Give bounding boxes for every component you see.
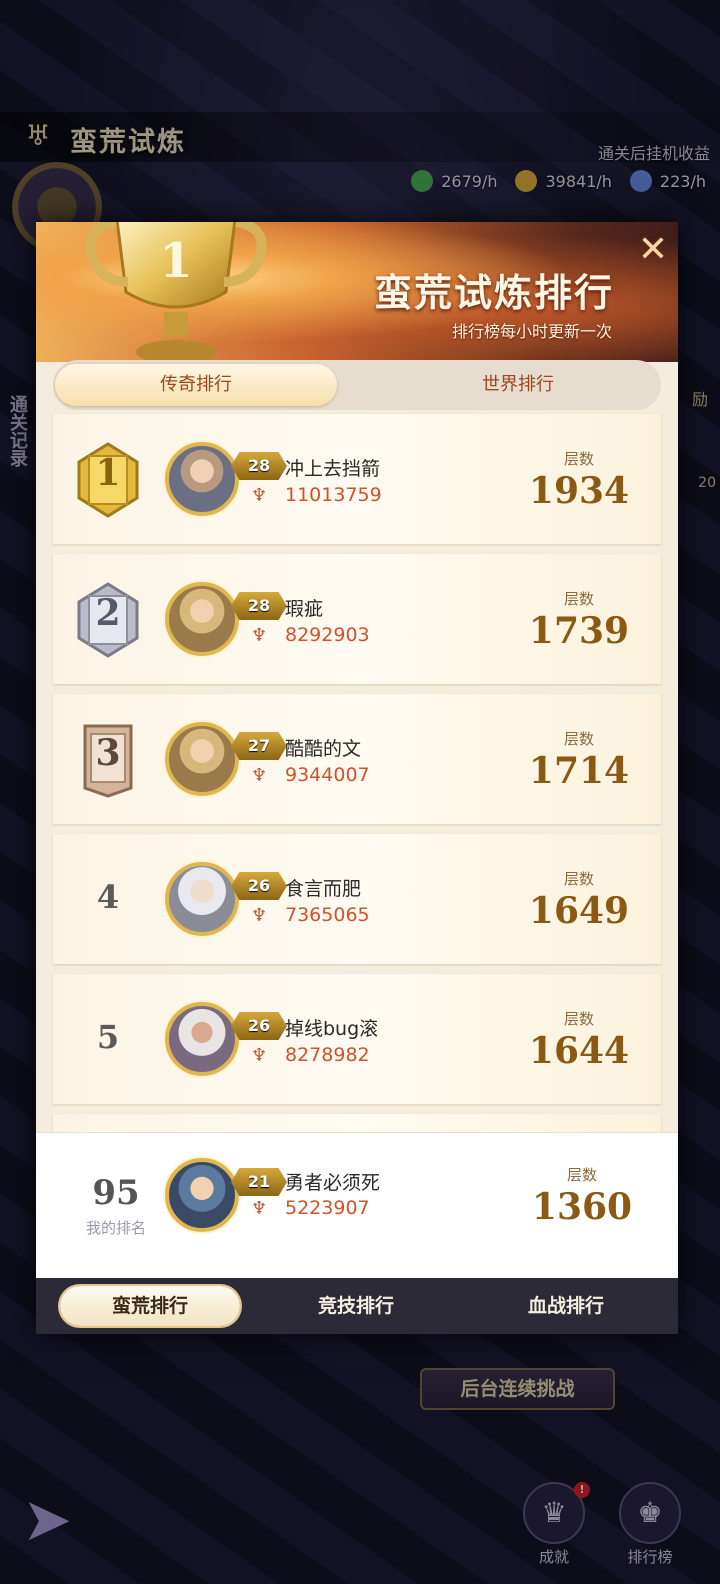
- player-name: 勇者必须死: [285, 1172, 381, 1194]
- level-badge: 21: [231, 1168, 287, 1196]
- avatar[interactable]: [165, 582, 239, 656]
- power-icon: ♆: [251, 765, 268, 786]
- ranking-list[interactable]: 1 28 冲上去挡箭 ♆ 11013759 层数 1934 2 28 瑕疵 ♆ …: [53, 414, 661, 1146]
- player-name: 食言而肥: [285, 878, 362, 900]
- tab-legend-ranking[interactable]: 传奇排行: [55, 364, 337, 406]
- power-value: 9344007: [285, 764, 370, 786]
- floor-value: 1714: [528, 750, 630, 792]
- power-icon: ♆: [251, 1045, 268, 1066]
- level-badge: 26: [231, 872, 287, 900]
- floor-label: 层数: [566, 1166, 597, 1184]
- player-name: 酷酷的文: [285, 738, 362, 760]
- table-row[interactable]: 4 26 食言而肥 ♆ 7365065 层数 1649: [53, 834, 661, 964]
- power-value: 8292903: [285, 624, 370, 646]
- floor-label: 层数: [563, 870, 594, 888]
- floor-label: 层数: [563, 730, 594, 748]
- modal-title: 蛮荒试炼排行: [373, 270, 614, 315]
- rank-number: 2: [95, 592, 121, 634]
- floor-value: 1649: [528, 890, 630, 932]
- my-rank-row[interactable]: 95 我的排名 21 勇者必须死 ♆ 5223907 层数 1360: [36, 1132, 678, 1278]
- modal-subtitle: 排行榜每小时更新一次: [451, 322, 612, 341]
- close-button[interactable]: ✕: [634, 232, 672, 270]
- rank-number: 5: [96, 1018, 120, 1056]
- table-row[interactable]: 1 28 冲上去挡箭 ♆ 11013759 层数 1934: [53, 414, 661, 544]
- power-value: 11013759: [285, 484, 382, 506]
- rank-number: 4: [96, 878, 120, 916]
- avatar[interactable]: [165, 442, 239, 516]
- level-badge: 26: [231, 1012, 287, 1040]
- avatar[interactable]: [165, 722, 239, 796]
- bottom-ranking-tabs: 蛮荒排行 竞技排行 血战排行: [36, 1278, 678, 1334]
- level-badge: 27: [231, 732, 287, 760]
- power-icon: ♆: [251, 905, 268, 926]
- tab-arena-ranking[interactable]: 竞技排行: [266, 1286, 446, 1326]
- rank-number: 1: [95, 452, 121, 494]
- floor-value: 1644: [528, 1030, 630, 1072]
- floor-label: 层数: [563, 590, 594, 608]
- rank-number: 3: [95, 732, 121, 774]
- player-name: 掉线bug滚: [285, 1018, 379, 1040]
- avatar[interactable]: [165, 862, 239, 936]
- power-value: 8278982: [285, 1044, 370, 1066]
- table-row[interactable]: 3 27 酷酷的文 ♆ 9344007 层数 1714: [53, 694, 661, 824]
- trophy-icon: 1: [85, 222, 267, 362]
- floor-label: 层数: [563, 1010, 594, 1028]
- avatar[interactable]: [165, 1002, 239, 1076]
- power-icon: ♆: [251, 625, 268, 646]
- power-icon: ♆: [251, 1198, 268, 1219]
- level-badge: 28: [231, 452, 287, 480]
- player-name: 瑕疵: [285, 598, 324, 620]
- avatar[interactable]: [165, 1158, 239, 1232]
- floor-value: 1934: [528, 470, 630, 512]
- my-rank-label: 我的排名: [85, 1219, 146, 1237]
- level-badge: 28: [231, 592, 287, 620]
- my-rank-number: 95: [92, 1173, 140, 1213]
- tab-world-ranking[interactable]: 世界排行: [377, 364, 659, 406]
- tab-wild-ranking[interactable]: 蛮荒排行: [60, 1286, 240, 1326]
- floor-value: 1360: [531, 1186, 633, 1228]
- tab-bloodbattle-ranking[interactable]: 血战排行: [476, 1286, 656, 1326]
- floor-label: 层数: [563, 450, 594, 468]
- power-icon: ♆: [251, 485, 268, 506]
- modal-banner: 1 蛮荒试炼排行 排行榜每小时更新一次 ✕: [36, 222, 678, 362]
- player-name: 冲上去挡箭: [285, 458, 381, 480]
- power-value: 5223907: [285, 1197, 370, 1219]
- floor-value: 1739: [528, 610, 630, 652]
- table-row[interactable]: 2 28 瑕疵 ♆ 8292903 层数 1739: [53, 554, 661, 684]
- ranking-tabs: 传奇排行 世界排行: [53, 360, 661, 410]
- ranking-modal: 1 蛮荒试炼排行 排行榜每小时更新一次 ✕ 传奇排行 世界排行 1 28 冲上去…: [36, 222, 678, 1334]
- power-value: 7365065: [285, 904, 370, 926]
- table-row[interactable]: 5 26 掉线bug滚 ♆ 8278982 层数 1644: [53, 974, 661, 1104]
- svg-text:1: 1: [159, 233, 192, 289]
- close-icon: ✕: [637, 229, 669, 270]
